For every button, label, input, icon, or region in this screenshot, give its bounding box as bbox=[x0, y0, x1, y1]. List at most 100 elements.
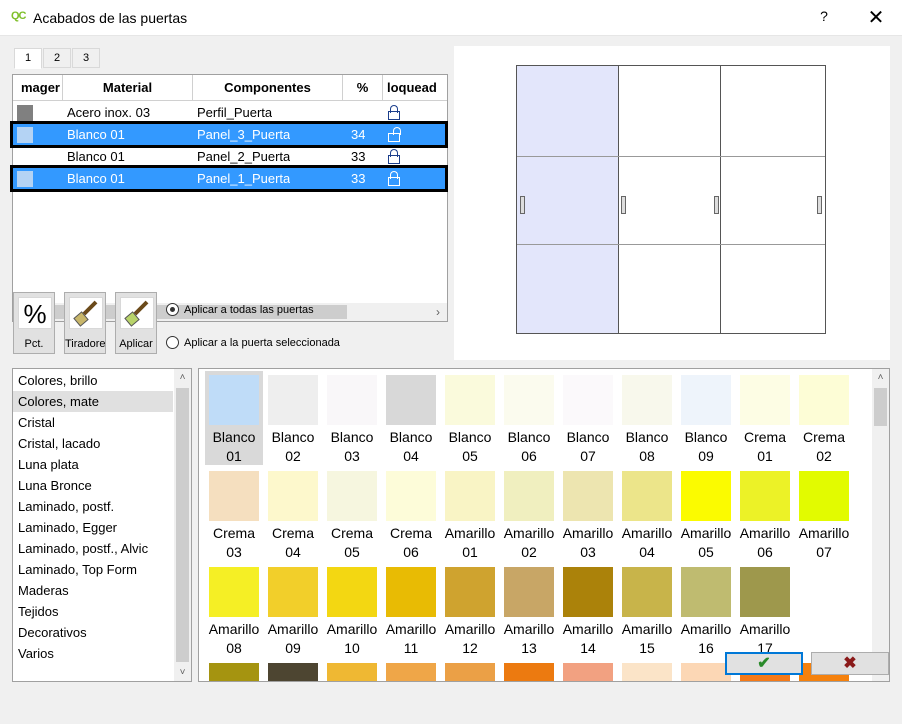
color-swatch[interactable]: Blanco 08 bbox=[618, 371, 676, 465]
handles-button[interactable]: Tiradores bbox=[64, 292, 106, 354]
scroll-right-icon[interactable]: › bbox=[429, 303, 447, 321]
column-components[interactable]: Componentes bbox=[193, 75, 343, 101]
category-item[interactable]: Varios bbox=[13, 643, 173, 664]
category-item[interactable]: Luna Bronce bbox=[13, 475, 173, 496]
category-item[interactable]: Laminado, postf. bbox=[13, 496, 173, 517]
color-swatch[interactable]: Blanco 07 bbox=[559, 371, 617, 465]
radio-apply-selected[interactable] bbox=[166, 336, 179, 349]
category-scrollbar[interactable]: ˄ ˅ bbox=[174, 369, 191, 681]
color-swatch[interactable]: Crema 02 bbox=[795, 371, 853, 465]
color-chip bbox=[268, 663, 318, 681]
tab-1[interactable]: 1 bbox=[14, 48, 42, 69]
category-item[interactable]: Laminado, Top Form bbox=[13, 559, 173, 580]
color-swatch[interactable]: Crema 04 bbox=[264, 467, 322, 561]
color-swatch[interactable] bbox=[205, 659, 263, 681]
column-locked[interactable]: loquead bbox=[383, 75, 447, 101]
swatch-code: 05 bbox=[344, 544, 360, 560]
color-swatch[interactable] bbox=[500, 659, 558, 681]
color-swatch[interactable] bbox=[559, 659, 617, 681]
color-swatch[interactable]: Amarillo 01 bbox=[441, 467, 499, 561]
color-chip bbox=[445, 567, 495, 617]
scroll-up-icon[interactable]: ˄ bbox=[872, 369, 889, 386]
color-swatch[interactable]: Crema 05 bbox=[323, 467, 381, 561]
swatch-label: Amarillo 15 bbox=[618, 620, 676, 658]
door-panel-3[interactable] bbox=[721, 66, 825, 333]
color-swatch[interactable]: Blanco 01 bbox=[205, 371, 263, 465]
color-swatch[interactable]: Blanco 06 bbox=[500, 371, 558, 465]
category-item[interactable]: Maderas bbox=[13, 580, 173, 601]
material-swatch bbox=[17, 149, 33, 165]
color-swatch[interactable]: Amarillo 13 bbox=[500, 563, 558, 657]
scroll-up-icon[interactable]: ˄ bbox=[174, 369, 191, 386]
category-item[interactable]: Colores, brillo bbox=[13, 370, 173, 391]
palette-scrollbar[interactable]: ˄ ˅ bbox=[872, 369, 889, 681]
swatch-label: Crema 05 bbox=[323, 524, 381, 562]
category-item[interactable]: Laminado, postf., Alvic bbox=[13, 538, 173, 559]
category-item[interactable]: Luna plata bbox=[13, 454, 173, 475]
color-swatch[interactable]: Crema 01 bbox=[736, 371, 794, 465]
category-item[interactable]: Cristal, lacado bbox=[13, 433, 173, 454]
swatch-label: Crema 04 bbox=[264, 524, 322, 562]
help-button[interactable]: ? bbox=[814, 8, 834, 28]
color-chip bbox=[268, 567, 318, 617]
column-percent[interactable]: % bbox=[343, 75, 383, 101]
color-swatch[interactable] bbox=[382, 659, 440, 681]
color-swatch[interactable]: Blanco 04 bbox=[382, 371, 440, 465]
scrollbar-thumb[interactable] bbox=[176, 388, 189, 662]
lock-icon[interactable] bbox=[388, 149, 400, 164]
column-material[interactable]: Material bbox=[63, 75, 193, 101]
color-swatch[interactable]: Amarillo 12 bbox=[441, 563, 499, 657]
color-swatch[interactable]: Crema 03 bbox=[205, 467, 263, 561]
color-swatch[interactable]: Amarillo 02 bbox=[500, 467, 558, 561]
tab-2[interactable]: 2 bbox=[43, 48, 71, 68]
radio-apply-all[interactable] bbox=[166, 303, 179, 316]
column-image[interactable]: mager bbox=[13, 75, 63, 101]
color-swatch[interactable]: Blanco 02 bbox=[264, 371, 322, 465]
color-swatch[interactable]: Amarillo 16 bbox=[677, 563, 735, 657]
color-swatch[interactable]: Crema 06 bbox=[382, 467, 440, 561]
door-panel-2[interactable] bbox=[619, 66, 721, 333]
swatch-label: Amarillo 13 bbox=[500, 620, 558, 658]
category-item[interactable]: Laminado, Egger bbox=[13, 517, 173, 538]
color-swatch[interactable]: Blanco 05 bbox=[441, 371, 499, 465]
color-swatch[interactable]: Amarillo 03 bbox=[559, 467, 617, 561]
color-swatch[interactable] bbox=[618, 659, 676, 681]
swatch-code: 02 bbox=[285, 448, 301, 464]
color-swatch[interactable] bbox=[323, 659, 381, 681]
app-logo-icon: QC bbox=[11, 10, 26, 22]
color-swatch[interactable]: Amarillo 15 bbox=[618, 563, 676, 657]
category-item[interactable]: Colores, mate bbox=[13, 391, 173, 412]
color-swatch[interactable]: Blanco 09 bbox=[677, 371, 735, 465]
color-swatch[interactable]: Amarillo 08 bbox=[205, 563, 263, 657]
color-swatch[interactable]: Amarillo 11 bbox=[382, 563, 440, 657]
swatch-label: Amarillo 11 bbox=[382, 620, 440, 658]
scroll-down-icon[interactable]: ˅ bbox=[174, 664, 191, 681]
category-item[interactable]: Decorativos bbox=[13, 622, 173, 643]
color-swatch[interactable]: Amarillo 14 bbox=[559, 563, 617, 657]
color-swatch[interactable] bbox=[441, 659, 499, 681]
category-item[interactable]: Cristal bbox=[13, 412, 173, 433]
percent-button[interactable]: % Pct. bbox=[13, 292, 55, 354]
color-swatch[interactable] bbox=[264, 659, 322, 681]
lock-icon[interactable] bbox=[388, 105, 400, 120]
category-item[interactable]: Tejidos bbox=[13, 601, 173, 622]
color-chip bbox=[386, 375, 436, 425]
color-swatch[interactable]: Amarillo 07 bbox=[795, 467, 853, 561]
color-swatch[interactable]: Blanco 03 bbox=[323, 371, 381, 465]
ok-button[interactable]: ✔ bbox=[725, 652, 803, 675]
color-swatch[interactable]: Amarillo 05 bbox=[677, 467, 735, 561]
scrollbar-thumb[interactable] bbox=[874, 388, 887, 426]
color-swatch[interactable]: Amarillo 06 bbox=[736, 467, 794, 561]
apply-button[interactable]: Aplicar bbox=[115, 292, 157, 354]
color-swatch[interactable]: Amarillo 04 bbox=[618, 467, 676, 561]
handles-button-label: Tiradores bbox=[65, 338, 105, 350]
color-swatch[interactable]: Amarillo 09 bbox=[264, 563, 322, 657]
color-swatch[interactable]: Amarillo 17 bbox=[736, 563, 794, 657]
highlight-box bbox=[10, 165, 448, 192]
cancel-button[interactable]: ✖ bbox=[811, 652, 889, 675]
door-panel-1[interactable] bbox=[517, 66, 619, 333]
color-swatch[interactable]: Amarillo 10 bbox=[323, 563, 381, 657]
tab-3[interactable]: 3 bbox=[72, 48, 100, 68]
door-preview bbox=[454, 46, 890, 360]
close-button[interactable]: ✕ bbox=[862, 5, 890, 31]
